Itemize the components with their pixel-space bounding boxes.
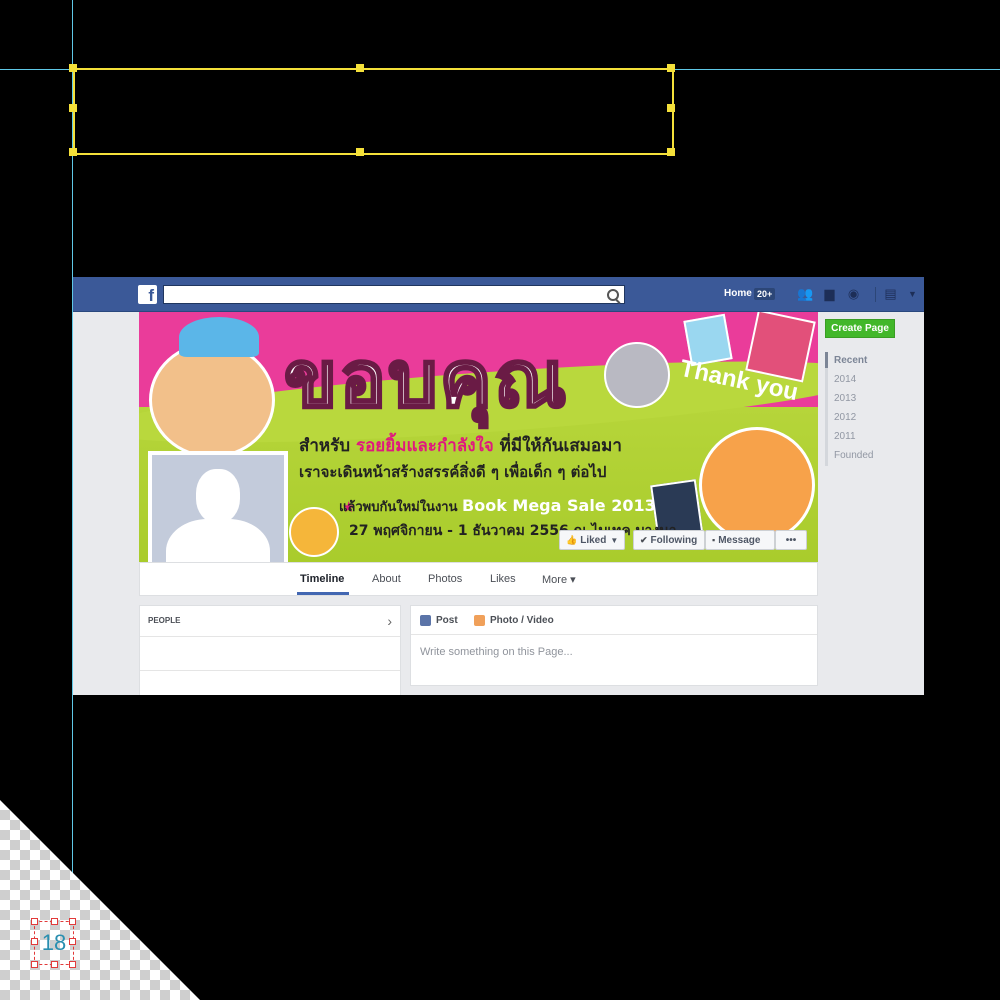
page-tab-bar: Timeline About Photos Likes More ▾ xyxy=(139,562,818,596)
selection-handle-bl[interactable] xyxy=(69,148,77,156)
facebook-topbar: f Home 20+ 👥 ▆ ◉ ▤ ▼ xyxy=(73,277,924,312)
account-menu-caret-icon[interactable]: ▼ xyxy=(905,287,920,301)
checkmark-icon: ✔ xyxy=(640,534,648,545)
artboard-handle[interactable] xyxy=(69,918,76,925)
timeline-year-rail-active xyxy=(825,352,828,368)
bear-illustration xyxy=(604,342,670,408)
liked-label: Liked xyxy=(580,534,607,546)
timeline-year-rail xyxy=(825,352,828,466)
year-link-2014[interactable]: 2014 xyxy=(834,374,856,385)
topbar-divider xyxy=(875,287,876,302)
artboard-handle[interactable] xyxy=(31,918,38,925)
following-label: Following xyxy=(650,534,698,546)
message-label: Message xyxy=(718,534,761,546)
composer-post-label: Post xyxy=(436,615,458,626)
tab-likes[interactable]: Likes xyxy=(490,573,516,585)
cover-line-4: 27 พฤศจิกายน - 1 ธันวาคม 2556 ณ ไบเทค บา… xyxy=(349,523,677,539)
composer-input[interactable]: Write something on this Page... xyxy=(420,646,573,658)
cover-event-name: Book Mega Sale 2013 xyxy=(462,496,656,515)
chevron-right-icon[interactable]: › xyxy=(387,613,392,629)
account-icon[interactable]: ▤ xyxy=(883,287,898,301)
active-tab-indicator xyxy=(297,592,349,595)
dropdown-caret-icon: ▼ xyxy=(610,535,619,545)
liked-button[interactable]: 👍 Liked ▼ xyxy=(559,530,625,550)
message-icon: ▪ xyxy=(712,535,716,545)
composer-photo-label: Photo / Video xyxy=(490,615,554,626)
cover-headline: ขอบคุณ xyxy=(282,334,569,427)
cover-line-1-highlight: รอยยิ้มและกำลังใจ xyxy=(355,436,494,456)
facebook-logo-icon[interactable]: f xyxy=(138,285,157,305)
home-link[interactable]: Home xyxy=(724,288,752,299)
selection-handle-mr[interactable] xyxy=(667,104,675,112)
card-divider xyxy=(140,670,400,671)
pencil-icon xyxy=(420,615,431,626)
search-input[interactable] xyxy=(163,285,625,304)
search-icon[interactable] xyxy=(607,289,619,301)
selection-handle-tr[interactable] xyxy=(667,64,675,72)
friend-requests-icon[interactable]: 👥 xyxy=(797,287,813,301)
card-divider xyxy=(411,634,817,635)
cap-illustration xyxy=(179,317,259,357)
selection-handle-ml[interactable] xyxy=(69,104,77,112)
messages-icon[interactable]: ▆ xyxy=(822,287,837,301)
message-button[interactable]: ▪ Message xyxy=(705,530,775,550)
facebook-page-screenshot: f Home 20+ 👥 ▆ ◉ ▤ ▼ ขอบคุณ Thank you สำ… xyxy=(73,277,924,695)
cover-line-3: แล้วพบกันใหม่ในงาน Book Mega Sale 2013 xyxy=(339,496,656,517)
transparent-canvas-corner xyxy=(0,800,200,1000)
tab-timeline[interactable]: Timeline xyxy=(300,573,344,585)
composer-tab-photo-video[interactable]: Photo / Video xyxy=(474,615,554,626)
boy-character-illustration xyxy=(149,342,275,458)
artboard-handle[interactable] xyxy=(31,938,38,945)
selection-handle-br[interactable] xyxy=(667,148,675,156)
composer-card: Post Photo / Video Write something on th… xyxy=(410,605,818,686)
composer-tab-post[interactable]: Post xyxy=(420,615,458,626)
year-link-2012[interactable]: 2012 xyxy=(834,412,856,423)
avatar-head xyxy=(196,469,240,523)
cover-line-2: เราจะเดินหน้าสร้างสรรค์สิ่งดี ๆ เพื่อเด็… xyxy=(299,463,607,481)
artboard-number[interactable]: 18 xyxy=(34,921,74,965)
year-link-founded[interactable]: Founded xyxy=(834,450,873,461)
cover-line-1-a: สำหรับ xyxy=(299,436,356,456)
year-link-2013[interactable]: 2013 xyxy=(834,393,856,404)
notification-count-badge: 20+ xyxy=(754,288,776,300)
tab-about[interactable]: About xyxy=(372,573,401,585)
year-link-2011[interactable]: 2011 xyxy=(834,431,856,442)
photo-icon xyxy=(474,615,485,626)
notifications-globe-icon[interactable]: ◉ xyxy=(846,287,861,301)
cover-line-1-c: ที่มีให้กันเสมอมา xyxy=(493,436,622,456)
year-link-recent[interactable]: Recent xyxy=(834,355,867,366)
artboard-handle[interactable] xyxy=(69,961,76,968)
tab-more[interactable]: More ▾ xyxy=(542,573,576,586)
create-page-button[interactable]: Create Page xyxy=(825,319,895,338)
tab-photos[interactable]: Photos xyxy=(428,573,462,585)
cover-line-1: สำหรับ รอยยิ้มและกำลังใจ ที่มีให้กันเสมอ… xyxy=(299,432,622,459)
artboard-handle[interactable] xyxy=(51,961,58,968)
more-dots-icon: ••• xyxy=(785,534,797,546)
tiger-illustration xyxy=(289,507,339,557)
artboard-handle[interactable] xyxy=(51,918,58,925)
cover-line-3-a: แล้วพบกันใหม่ในงาน xyxy=(339,500,463,515)
artboard-handle[interactable] xyxy=(31,961,38,968)
thumbs-up-icon: 👍 xyxy=(566,534,578,545)
card-divider xyxy=(140,636,400,637)
people-card: PEOPLE › xyxy=(139,605,401,695)
selection-handle-tm[interactable] xyxy=(356,64,364,72)
selection-handle-tl[interactable] xyxy=(69,64,77,72)
more-options-button[interactable]: ••• xyxy=(775,530,807,550)
selection-handle-bm[interactable] xyxy=(356,148,364,156)
artboard-number-label: 18 xyxy=(41,930,67,955)
following-button[interactable]: ✔ Following xyxy=(633,530,705,550)
people-heading: PEOPLE xyxy=(148,616,181,625)
girl-character-illustration xyxy=(699,427,815,543)
selection-box[interactable] xyxy=(73,68,674,155)
artboard-handle[interactable] xyxy=(69,938,76,945)
